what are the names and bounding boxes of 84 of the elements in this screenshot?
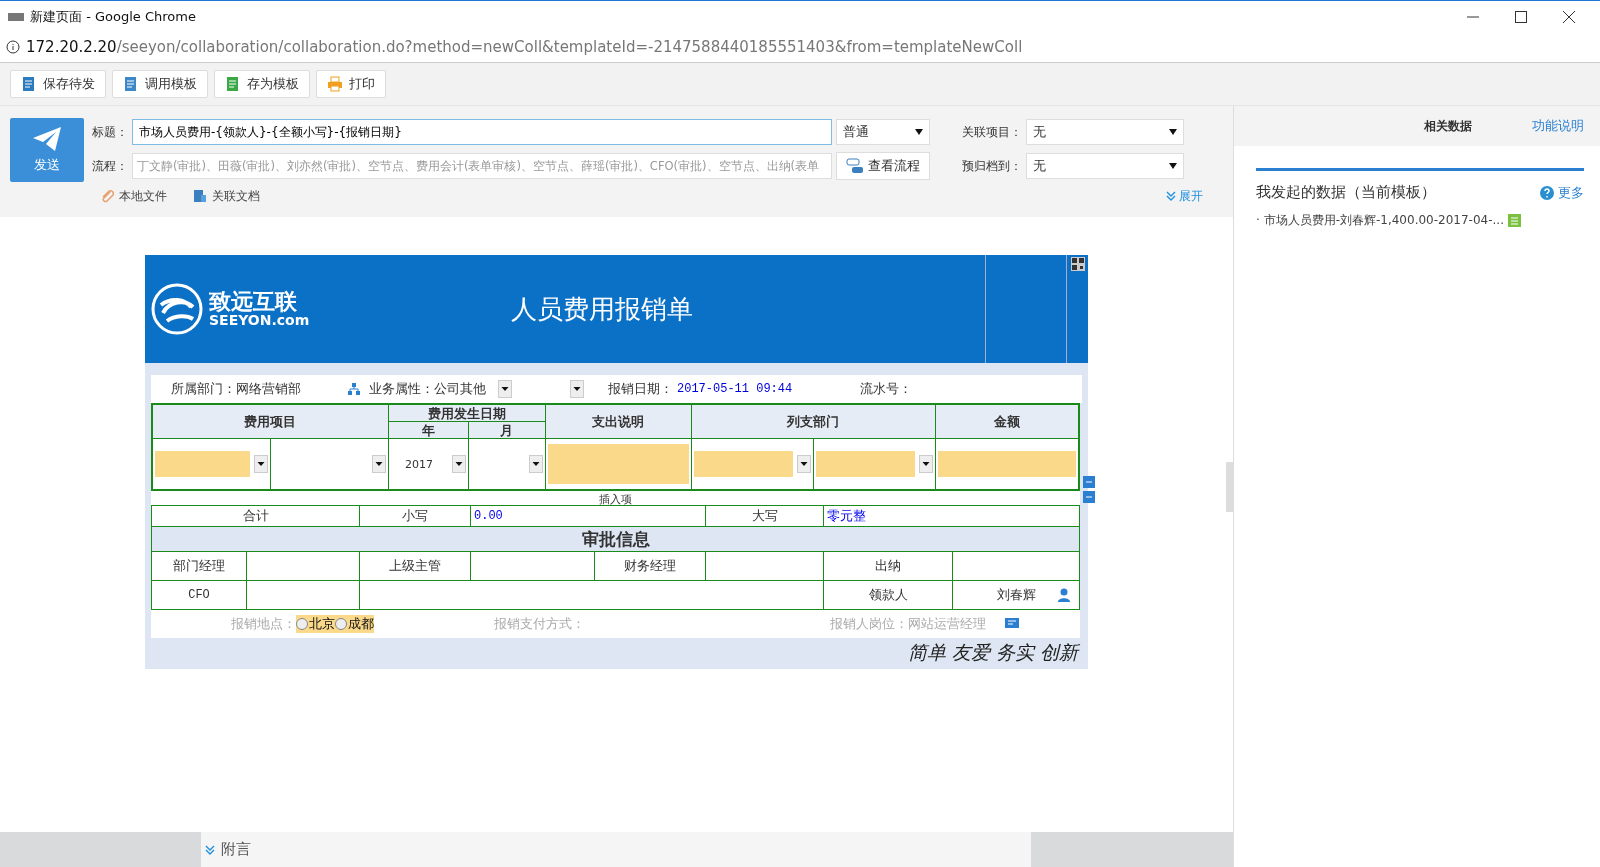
logo-subtext: SEEYON.com <box>209 313 310 328</box>
window-title: 新建页面 - Google Chrome <box>30 7 196 26</box>
flowchart-icon <box>846 158 864 174</box>
subject-field[interactable]: 市场人员费用-{领款人}-{全额小写}-{报销日期} <box>132 119 832 145</box>
position-label: 报销人岗位：网站运营经理 <box>830 615 986 633</box>
qr-code-icon <box>1071 257 1085 271</box>
column-header: 金额 <box>935 404 1079 439</box>
table-cell: 部门经理 <box>151 551 247 581</box>
table-cell: 财务经理 <box>594 551 706 581</box>
dropdown-arrow-icon[interactable] <box>1169 129 1177 135</box>
chevron-down-icon <box>205 844 215 855</box>
dropdown-arrow-icon[interactable] <box>915 129 923 135</box>
maximize-icon[interactable] <box>1514 9 1528 24</box>
location-label: 报销地点： <box>231 615 296 633</box>
url-text[interactable]: 172.20.2.20/seeyon/collaboration/collaboration.do?method=newColl&templateId=-2147588440185551403&from=templateNewColl <box>26 38 1023 56</box>
collapse-handle[interactable] <box>1226 461 1234 512</box>
column-header: 支出说明 <box>545 404 691 439</box>
app-icon <box>8 12 24 21</box>
business-type-label: 业务属性：公司其他 <box>369 380 486 398</box>
printer-icon <box>327 76 343 92</box>
info-icon[interactable] <box>6 40 20 54</box>
form-title: 人员费用报销单 <box>510 292 694 326</box>
date-label: 报销日期： <box>608 380 673 398</box>
data-item-link[interactable]: · 市场人员费用-刘春辉-1,400.00-2017-04-... <box>1256 212 1504 229</box>
more-link[interactable]: 更多 <box>1540 183 1584 202</box>
archive-select[interactable]: 无 <box>1026 153 1184 179</box>
payment-label: 报销支付方式： <box>494 615 585 633</box>
help-icon <box>1540 185 1554 200</box>
note-label[interactable]: 附言 <box>221 840 251 859</box>
table-cell: 合计 <box>151 505 360 527</box>
dropdown-arrow-icon[interactable] <box>1169 163 1177 169</box>
column-header: 列支部门 <box>691 404 935 439</box>
table-cell: 领款人 <box>823 580 953 610</box>
org-chart-icon[interactable] <box>347 382 361 396</box>
section-header: 审批信息 <box>151 526 1080 552</box>
table-cell: 出纳 <box>823 551 953 581</box>
attachment-link[interactable]: 本地文件 <box>100 187 167 205</box>
table-cell: 0.00 <box>470 505 706 527</box>
document-icon <box>193 189 207 203</box>
archive-label: 预归档到： <box>961 157 1022 175</box>
id-card-icon[interactable] <box>1004 617 1020 631</box>
close-icon[interactable] <box>1562 9 1576 24</box>
paperclip-icon <box>100 189 114 203</box>
description-field[interactable] <box>547 444 689 484</box>
table-cell: 小写 <box>359 505 471 527</box>
flow-label: 流程： <box>92 157 128 175</box>
radio-option[interactable]: 成都 <box>335 615 374 633</box>
date-value: 2017-05-11 09:44 <box>677 382 793 396</box>
attachment-link[interactable]: 关联文档 <box>193 187 260 205</box>
toolbar-button[interactable]: 调用模板 <box>112 70 208 98</box>
document-icon <box>123 76 139 92</box>
row-controls-icon[interactable] <box>1082 475 1096 505</box>
table-cell: CFO <box>151 580 247 610</box>
table-cell: 零元整 <box>823 505 1080 527</box>
toolbar-button[interactable]: 打印 <box>316 70 386 98</box>
swirl-logo-icon <box>151 283 203 335</box>
amount-field[interactable] <box>937 451 1076 477</box>
form-icon <box>1507 214 1521 227</box>
table-cell: 刘春辉 <box>996 587 1036 602</box>
column-header: 费用发生日期 <box>388 404 545 422</box>
logo-text: 致远互联 <box>209 290 298 314</box>
view-flow-button[interactable]: 查看流程 <box>836 152 930 180</box>
help-link[interactable]: 功能说明 <box>1532 117 1584 135</box>
side-panel-title: 相关数据 <box>1424 117 1472 135</box>
subject-label: 标题： <box>92 123 128 141</box>
serial-label: 流水号： <box>860 380 913 398</box>
insert-row-link[interactable]: 插入项 <box>599 493 632 506</box>
slogan-text: 简单 友爱 务实 创新 <box>906 640 1081 665</box>
chevron-down-icon <box>1166 191 1176 201</box>
person-icon[interactable] <box>1057 588 1071 602</box>
document-icon <box>21 76 37 92</box>
related-project-label: 关联项目： <box>961 123 1022 141</box>
toolbar-button[interactable]: 存为模板 <box>214 70 310 98</box>
section-title: 我发起的数据（当前模板） <box>1256 183 1436 202</box>
table-cell: 大写 <box>705 505 824 527</box>
radio-option[interactable]: 北京 <box>296 615 335 633</box>
toolbar-button[interactable]: 保存待发 <box>10 70 106 98</box>
related-project-select[interactable]: 无 <box>1026 119 1184 145</box>
priority-select[interactable]: 普通 <box>836 119 930 145</box>
dept-label: 所属部门：网络营销部 <box>171 380 301 398</box>
document-icon <box>225 76 241 92</box>
table-cell: 上级主管 <box>359 551 471 581</box>
paper-plane-icon <box>32 126 62 152</box>
column-header: 费用项目 <box>152 404 388 439</box>
